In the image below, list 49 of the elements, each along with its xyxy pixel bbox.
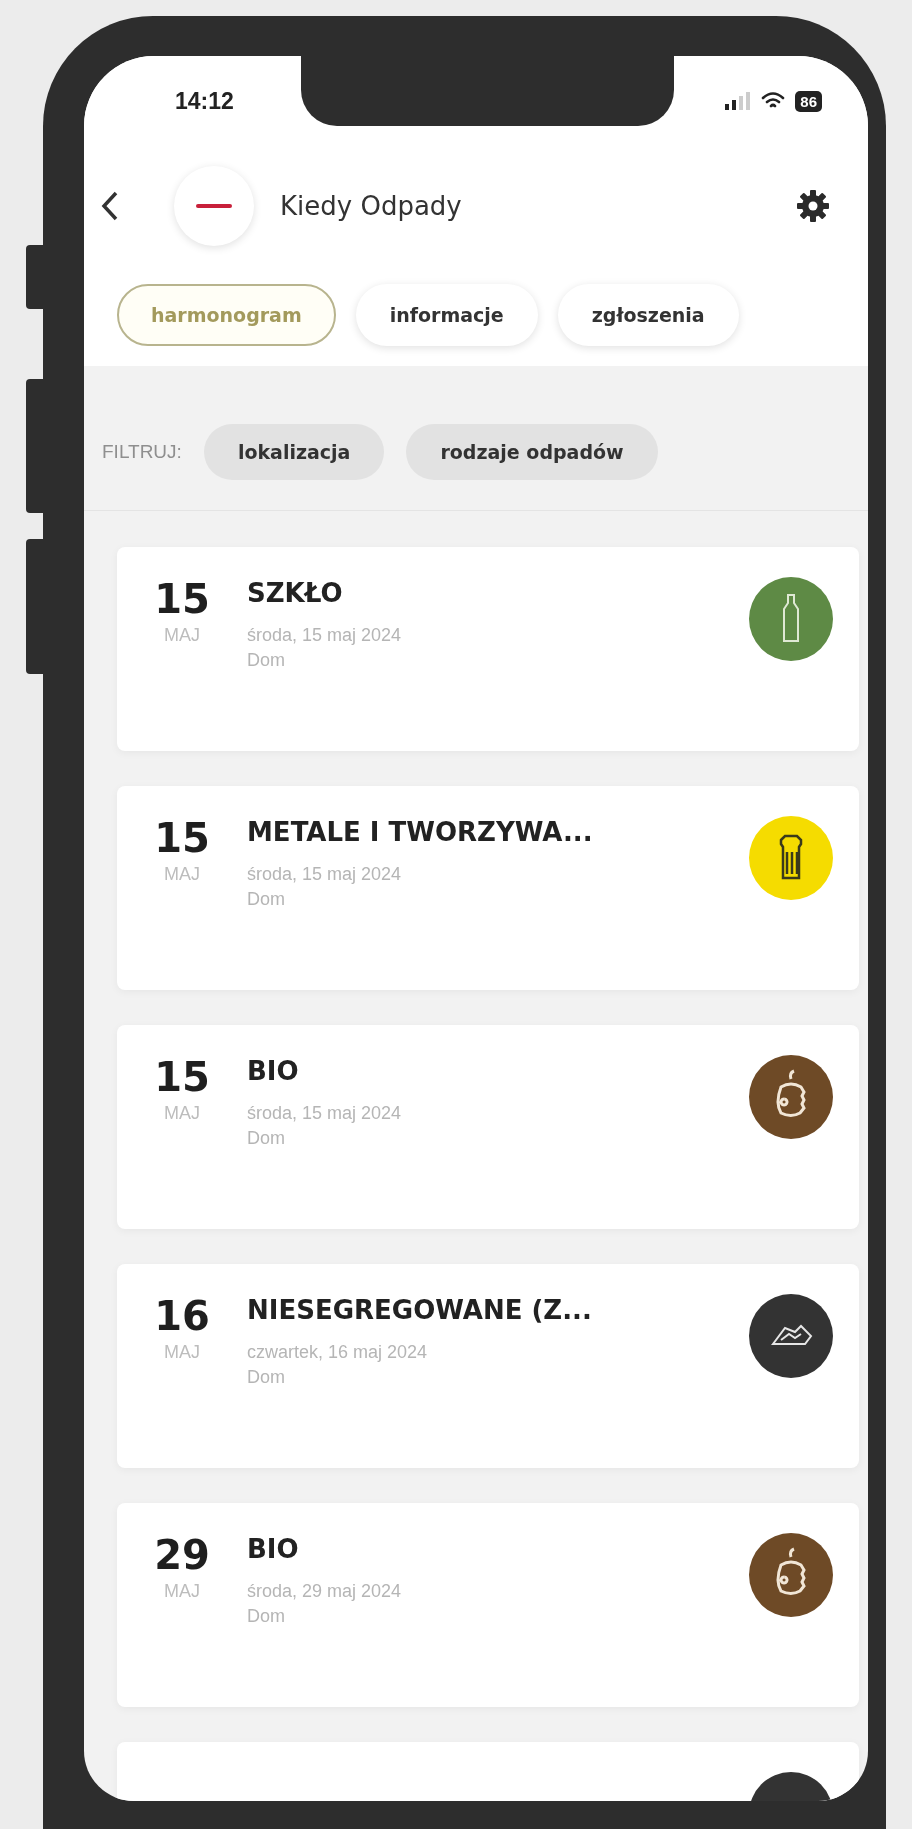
event-card[interactable]: 15 MAJ SZKŁO środa, 15 maj 2024 Dom <box>117 547 859 751</box>
chevron-left-icon <box>100 190 120 222</box>
event-date: środa, 15 maj 2024 <box>247 624 403 646</box>
event-day: 15 <box>154 577 210 621</box>
event-month: MAJ <box>164 1103 200 1124</box>
event-location: Dom <box>247 1127 286 1149</box>
battery-level: 86 <box>795 90 822 112</box>
event-day: 15 <box>154 816 210 860</box>
event-month: MAJ <box>164 1581 200 1602</box>
event-day: 15 <box>154 1055 210 1099</box>
waste-type-icon <box>749 1055 833 1139</box>
event-day: 29 <box>154 1533 210 1577</box>
filter-chip[interactable]: lokalizacja <box>203 424 385 480</box>
waste-type-icon <box>749 816 833 900</box>
settings-icon <box>796 189 830 223</box>
event-title: METALE I TWORZYWA... <box>247 816 594 849</box>
event-date: środa, 15 maj 2024 <box>247 1102 403 1124</box>
event-date: czwartek, 16 maj 2024 <box>247 1341 429 1363</box>
logo-icon <box>196 202 232 210</box>
event-card[interactable]: 29 MAJ BIO środa, 29 maj 2024 Dom <box>117 1503 859 1707</box>
event-month: MAJ <box>164 625 200 646</box>
event-title: BIO <box>247 1055 300 1088</box>
event-date: środa, 15 maj 2024 <box>247 863 403 885</box>
event-location: Dom <box>247 1605 286 1627</box>
event-card[interactable]: 16 MAJ NIESEGREGOWANE (Z... czwartek, 16 maj 2024 Dom <box>117 1264 859 1468</box>
signal-icon <box>725 92 752 110</box>
waste-type-icon <box>749 577 833 661</box>
event-month: MAJ <box>164 864 200 885</box>
event-location: Dom <box>247 649 286 671</box>
waste-type-icon <box>749 1533 833 1617</box>
wifi-icon <box>761 92 786 110</box>
event-title: BIO <box>247 1533 300 1566</box>
event-date: środa, 29 maj 2024 <box>247 1580 403 1602</box>
event-location: Dom <box>247 1366 286 1388</box>
tab[interactable]: informacje <box>355 284 538 346</box>
filter-chip[interactable]: rodzaje odpadów <box>406 424 658 480</box>
event-card[interactable]: 15 MAJ METALE I TWORZYWA... środa, 15 maj 2024 Dom <box>117 786 859 990</box>
settings-button[interactable] <box>796 189 830 223</box>
event-location: Dom <box>247 888 286 910</box>
event-title: NIESEGREGOWANE (Z... <box>247 1294 593 1327</box>
app-title: Kiedy Odpady <box>280 191 462 221</box>
waste-type-icon <box>749 1294 833 1378</box>
status-time: 14:12 <box>175 87 234 115</box>
event-month: MAJ <box>164 1342 200 1363</box>
event-title: SZKŁO <box>247 577 344 610</box>
event-day: 16 <box>154 1294 210 1338</box>
filter-label: FILTRUJ: <box>102 441 182 463</box>
event-card[interactable]: 15 MAJ BIO środa, 15 maj 2024 Dom <box>117 1025 859 1229</box>
tab[interactable]: zgłoszenia <box>557 284 739 346</box>
